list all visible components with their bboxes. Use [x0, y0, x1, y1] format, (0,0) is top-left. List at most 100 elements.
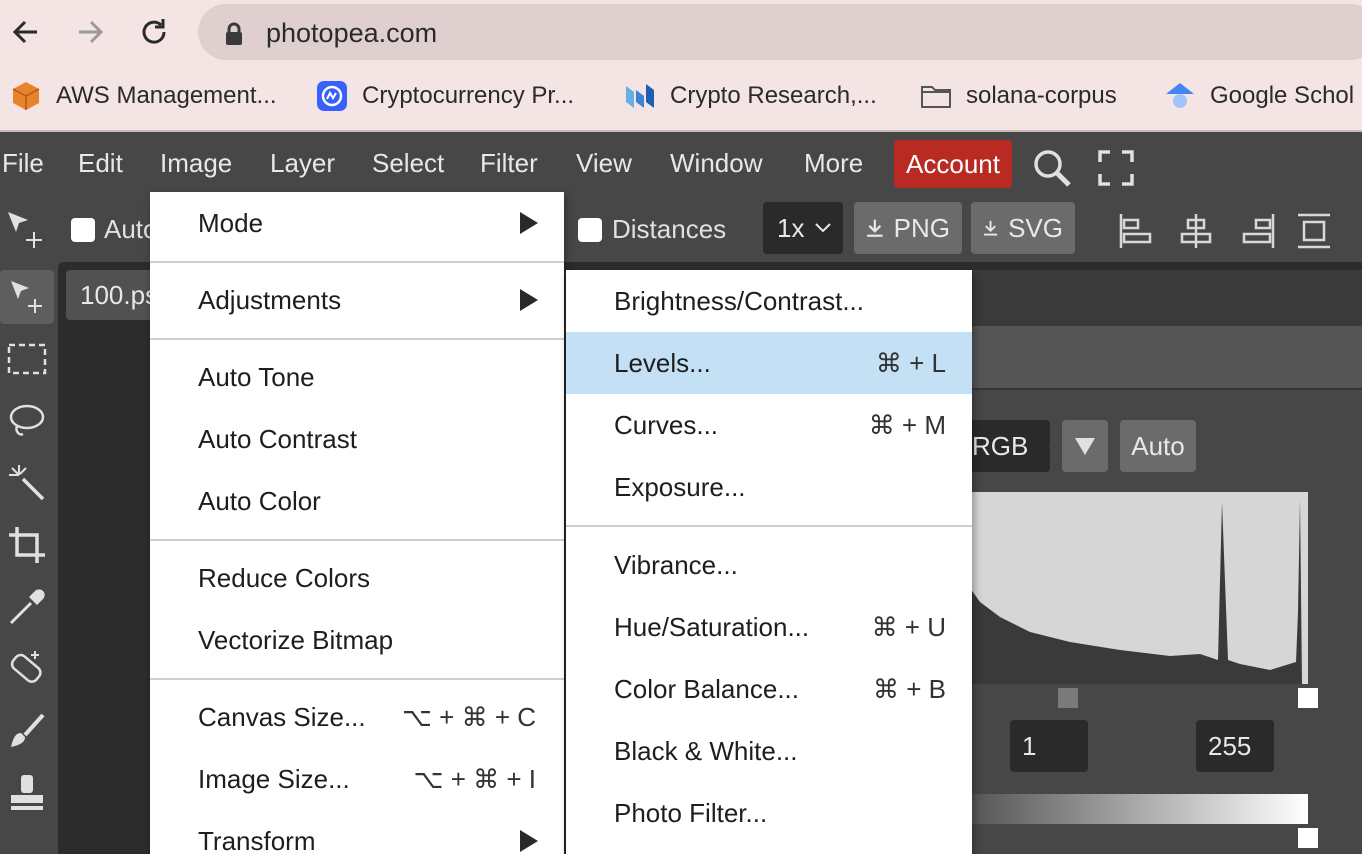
export-svg-label: SVG	[1008, 212, 1063, 243]
menu-item-label: Auto Contrast	[198, 424, 357, 454]
histogram	[970, 492, 1308, 684]
menu-view[interactable]: View	[576, 148, 632, 179]
bookmark-google-scholar[interactable]: Google Schol	[1164, 78, 1354, 114]
move-tool-icon[interactable]	[4, 208, 48, 257]
menu-item-label: Levels...	[614, 348, 711, 378]
levels-auto-button[interactable]: Auto	[1120, 420, 1196, 472]
menu-item-vectorize-bitmap[interactable]: Vectorize Bitmap	[150, 609, 564, 671]
export-png-label: PNG	[893, 212, 950, 243]
crop-tool-icon[interactable]	[0, 518, 54, 572]
menu-item-mode[interactable]: Mode	[150, 192, 564, 254]
triangle-down-icon	[1075, 438, 1095, 455]
menu-item-auto-contrast[interactable]: Auto Contrast	[150, 408, 564, 470]
bookmark-messari[interactable]: Crypto Research,...	[624, 78, 877, 114]
stamp-tool-icon[interactable]	[0, 766, 54, 820]
search-icon[interactable]	[1030, 146, 1074, 190]
menu-edit[interactable]: Edit	[78, 148, 123, 179]
menu-item-shortcut: ⌘ + L	[875, 348, 946, 378]
forward-arrow-icon[interactable]	[70, 12, 110, 52]
export-scale-select[interactable]: 1x	[763, 202, 843, 254]
aws-cube-icon	[10, 80, 42, 112]
menu-item-auto-tone[interactable]: Auto Tone	[150, 346, 564, 408]
menu-item-image-size[interactable]: Image Size... ⌥ + ⌘ + I	[150, 748, 564, 810]
menu-item-label: Brightness/Contrast...	[614, 286, 864, 316]
menu-item-label: Adjustments	[198, 285, 342, 315]
menu-item-brightness-contrast[interactable]: Brightness/Contrast...	[566, 270, 972, 332]
menu-item-curves[interactable]: Curves... ⌘ + M	[566, 394, 972, 456]
menu-divider	[150, 539, 564, 541]
account-button[interactable]: Account	[894, 140, 1012, 188]
reload-icon[interactable]	[134, 12, 174, 52]
auto-select-checkbox[interactable]	[71, 218, 95, 242]
menu-item-label: Image Size...	[198, 764, 350, 794]
menu-more[interactable]: More	[804, 148, 863, 179]
menu-select[interactable]: Select	[372, 148, 444, 179]
bookmark-label: AWS Management...	[56, 82, 277, 109]
download-icon	[983, 220, 998, 236]
menu-item-shortcut: ⌥ + ⌘ + I	[413, 764, 536, 794]
lasso-tool-icon[interactable]	[0, 394, 54, 448]
bookmark-coinmarketcap[interactable]: Cryptocurrency Pr...	[316, 78, 574, 114]
menu-item-label: Reduce Colors	[198, 563, 370, 593]
menu-item-color-balance[interactable]: Color Balance... ⌘ + B	[566, 658, 972, 720]
menu-item-black-white[interactable]: Black & White...	[566, 720, 972, 782]
align-top-icon[interactable]	[1296, 212, 1332, 250]
export-svg-button[interactable]: SVG	[971, 202, 1075, 254]
preset-dropdown-button[interactable]	[1062, 420, 1108, 472]
channel-select[interactable]: RGB	[966, 420, 1050, 472]
menu-item-exposure[interactable]: Exposure...	[566, 456, 972, 518]
white-point-slider-handle[interactable]	[1298, 688, 1318, 708]
bookmark-aws[interactable]: AWS Management...	[10, 78, 277, 114]
channel-value: RGB	[972, 430, 1029, 461]
menu-item-label: Transform	[198, 826, 316, 854]
levels-panel-header	[970, 326, 1362, 390]
output-gradient	[970, 794, 1308, 824]
lock-icon	[224, 22, 244, 51]
menu-item-photo-filter[interactable]: Photo Filter...	[566, 782, 972, 844]
menu-item-hue-saturation[interactable]: Hue/Saturation... ⌘ + U	[566, 596, 972, 658]
menu-item-reduce-colors[interactable]: Reduce Colors	[150, 547, 564, 609]
image-menu: Mode Adjustments Auto Tone Auto Contrast…	[150, 192, 564, 854]
menu-item-levels[interactable]: Levels... ⌘ + L	[566, 332, 972, 394]
browser-toolbar: photopea.com	[0, 0, 1362, 66]
bookmark-solana-corpus[interactable]: solana-corpus	[920, 78, 1117, 114]
menu-item-canvas-size[interactable]: Canvas Size... ⌥ + ⌘ + C	[150, 686, 564, 748]
distances-checkbox[interactable]	[578, 218, 602, 242]
menu-file[interactable]: File	[2, 148, 44, 179]
menu-filter[interactable]: Filter	[480, 148, 538, 179]
menu-item-transform[interactable]: Transform	[150, 810, 564, 854]
menu-item-label: Auto Color	[198, 486, 321, 516]
menu-image[interactable]: Image	[160, 148, 232, 179]
align-left-icon[interactable]	[1118, 212, 1154, 250]
bookmark-label: Crypto Research,...	[670, 82, 877, 109]
align-right-icon[interactable]	[1240, 212, 1276, 250]
magic-wand-tool-icon[interactable]	[0, 456, 54, 510]
midtone-input[interactable]: 1	[1010, 720, 1088, 772]
align-center-icon[interactable]	[1178, 212, 1214, 250]
submenu-arrow-icon	[520, 830, 538, 852]
midtone-slider-handle[interactable]	[1058, 688, 1078, 708]
bookmarks-bar: AWS Management... Cryptocurrency Pr... C…	[0, 66, 1362, 132]
eyedropper-tool-icon[interactable]	[0, 580, 54, 634]
address-bar[interactable]: photopea.com	[198, 4, 1362, 60]
export-png-button[interactable]: PNG	[854, 202, 962, 254]
menu-item-vibrance[interactable]: Vibrance...	[566, 534, 972, 596]
back-arrow-icon[interactable]	[6, 12, 46, 52]
white-point-input[interactable]: 255	[1196, 720, 1274, 772]
tools-panel	[0, 262, 58, 854]
marquee-tool-icon[interactable]	[0, 332, 54, 386]
healing-brush-tool-icon[interactable]	[0, 642, 54, 696]
fullscreen-icon[interactable]	[1094, 146, 1138, 190]
export-scale-value: 1x	[777, 212, 805, 243]
menu-item-auto-color[interactable]: Auto Color	[150, 470, 564, 532]
menu-item-shortcut: ⌘ + B	[873, 674, 946, 704]
menu-divider	[566, 525, 972, 527]
menu-item-label: Color Balance...	[614, 674, 799, 704]
menu-layer[interactable]: Layer	[270, 148, 335, 179]
menu-item-adjustments[interactable]: Adjustments	[150, 269, 564, 331]
output-white-slider-handle[interactable]	[1298, 828, 1318, 848]
brush-tool-icon[interactable]	[0, 704, 54, 758]
menu-window[interactable]: Window	[670, 148, 762, 179]
move-tool-icon[interactable]	[0, 270, 54, 324]
chevron-down-icon	[815, 223, 832, 233]
